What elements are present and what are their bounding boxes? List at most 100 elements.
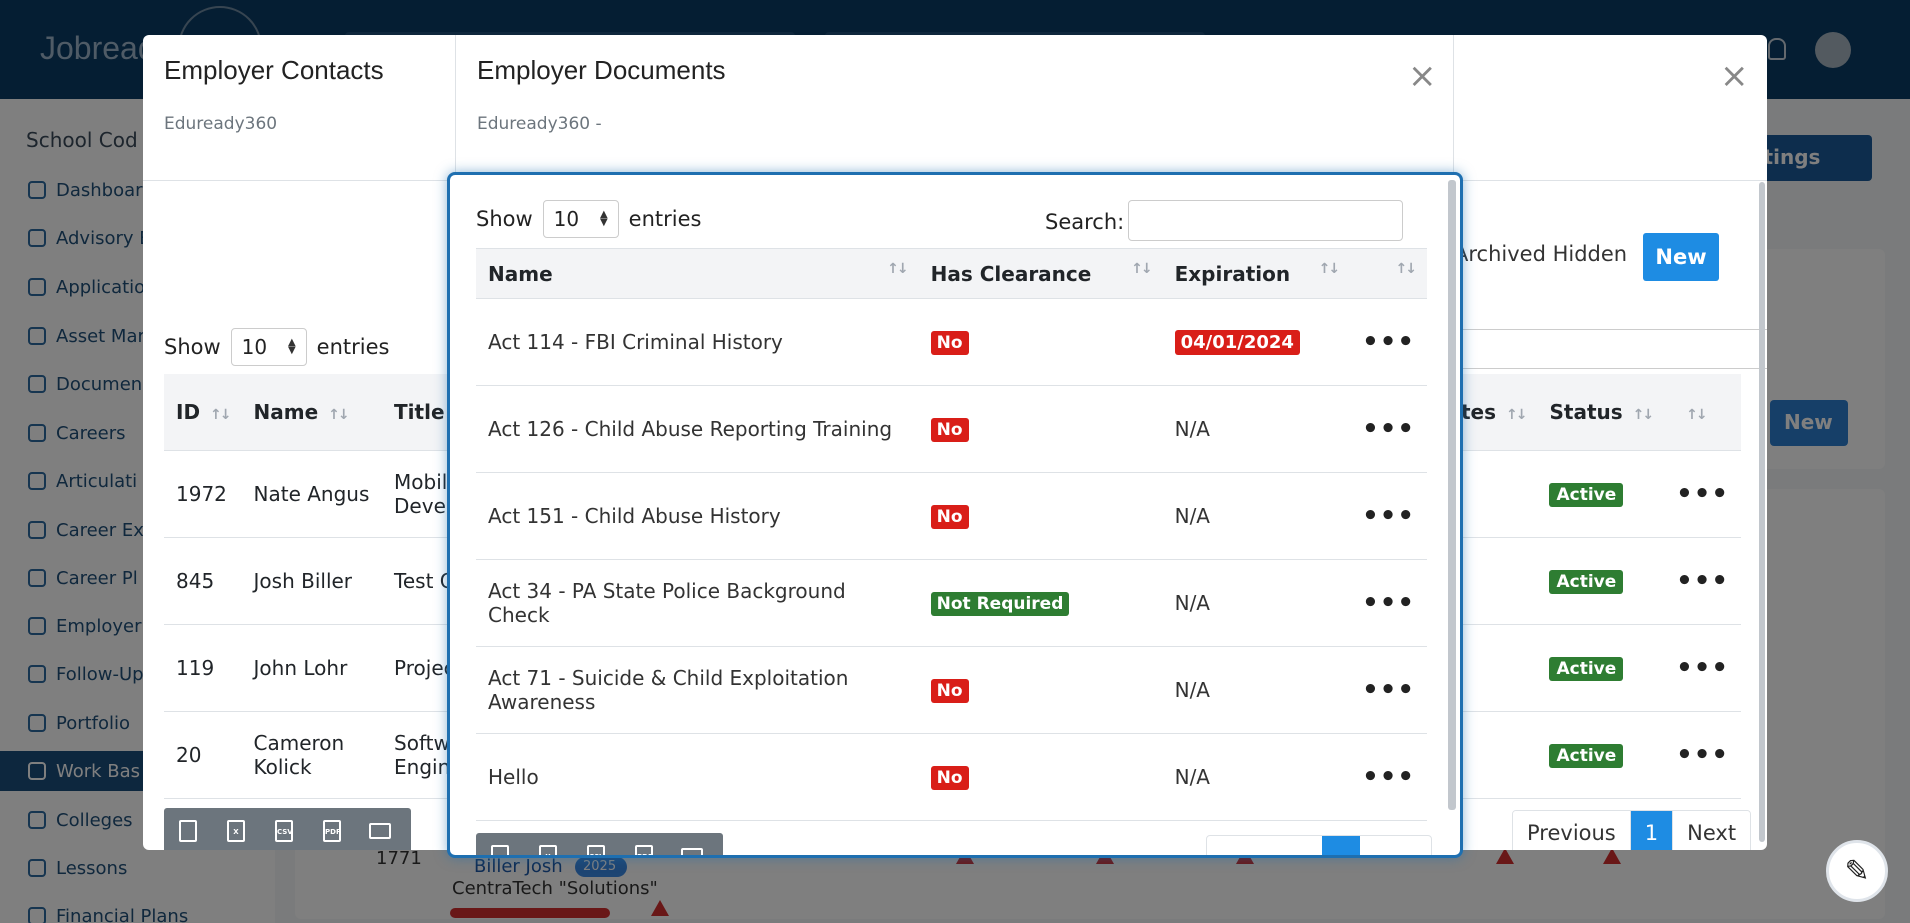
clearance-badge: No bbox=[930, 679, 969, 703]
more-actions-icon[interactable]: ••• bbox=[1676, 740, 1729, 770]
document-name: Act 34 - PA State Police Background Chec… bbox=[476, 559, 919, 647]
row-actions: ••• bbox=[1350, 559, 1427, 647]
contact-status: Active bbox=[1537, 624, 1665, 712]
next-page-button[interactable]: Next bbox=[1673, 811, 1751, 850]
table-row[interactable]: Act 126 - Child Abuse Reporting Training… bbox=[476, 385, 1427, 473]
csv-export-button[interactable]: CSV bbox=[260, 808, 308, 850]
column-header[interactable]: Name ↑↓ bbox=[241, 374, 383, 451]
more-actions-icon[interactable]: ••• bbox=[1362, 501, 1415, 531]
pdf-export-button[interactable]: PDF bbox=[620, 833, 668, 855]
document-name: Act 151 - Child Abuse History bbox=[476, 472, 919, 560]
contact-status: Active bbox=[1537, 450, 1665, 538]
sort-icon[interactable]: ↑↓ bbox=[1131, 261, 1153, 277]
modal-title: Employer Contacts bbox=[164, 55, 384, 85]
csv-export-button[interactable]: CSV bbox=[572, 833, 620, 855]
modal-title: Employer Documents bbox=[477, 55, 726, 85]
column-header[interactable]: Status ↑↓ bbox=[1537, 374, 1665, 451]
more-actions-icon[interactable]: ••• bbox=[1676, 479, 1729, 509]
document-expiration: N/A bbox=[1162, 472, 1351, 560]
table-row[interactable]: Act 114 - FBI Criminal History No 04/01/20… bbox=[476, 298, 1427, 386]
column-header-expiration[interactable]: Expiration ↑↓ bbox=[1162, 248, 1351, 299]
print-icon bbox=[369, 823, 391, 839]
more-actions-icon[interactable]: ••• bbox=[1676, 653, 1729, 683]
copy-export-button[interactable] bbox=[476, 833, 524, 855]
more-actions-icon[interactable]: ••• bbox=[1362, 588, 1415, 618]
export-buttons: X CSV PDF bbox=[164, 808, 411, 850]
more-actions-icon[interactable]: ••• bbox=[1362, 762, 1415, 792]
more-actions-icon[interactable]: ••• bbox=[1676, 566, 1729, 596]
table-row[interactable]: Hello No N/A ••• bbox=[476, 733, 1427, 821]
contacts-pagination: Previous 1 Next bbox=[1512, 810, 1752, 850]
row-actions: ••• bbox=[1350, 472, 1427, 560]
table-row[interactable]: Act 71 - Suicide & Child Exploitation Aw… bbox=[476, 646, 1427, 734]
page-1-button[interactable]: 1 bbox=[1630, 811, 1674, 850]
archived-hidden-label[interactable]: Archived Hidden bbox=[1454, 242, 1627, 266]
close-icon[interactable]: × bbox=[1408, 59, 1437, 93]
column-header[interactable]: ↑↓ bbox=[1664, 374, 1741, 451]
document-expiration: 04/01/2024 bbox=[1162, 298, 1351, 386]
sort-icon[interactable]: ↑↓ bbox=[328, 407, 350, 423]
contact-name-text: Cameron Kolick bbox=[253, 730, 345, 779]
entries-label: entries bbox=[316, 335, 390, 359]
copy-export-button[interactable] bbox=[164, 808, 212, 850]
copy-icon bbox=[491, 845, 509, 855]
clearance-badge: Not Required bbox=[930, 592, 1070, 616]
entries-select[interactable]: 10 ▲ ▼ bbox=[542, 200, 619, 238]
document-name-text: Act 34 - PA State Police Background Chec… bbox=[488, 579, 846, 627]
clearance-badge: No bbox=[930, 418, 969, 442]
row-actions: ••• bbox=[1350, 385, 1427, 473]
pen-icon: ✎ bbox=[1844, 853, 1870, 889]
documents-scrollbar[interactable] bbox=[1448, 180, 1456, 810]
column-header-clearance[interactable]: Has Clearance ↑↓ bbox=[918, 248, 1163, 299]
contact-id-text: 119 bbox=[176, 655, 215, 680]
search-label: Search: bbox=[1045, 210, 1125, 234]
show-label: Show bbox=[164, 335, 221, 359]
export-buttons: X CSV PDF bbox=[476, 833, 723, 855]
modal-subtitle: Eduready360 bbox=[164, 114, 278, 134]
entries-select[interactable]: 10 ▲ ▼ bbox=[230, 328, 307, 366]
document-expiration: N/A bbox=[1162, 646, 1351, 734]
column-label: Name bbox=[253, 399, 319, 424]
select-arrows-icon: ▲ ▼ bbox=[599, 209, 608, 228]
close-icon[interactable]: × bbox=[1720, 59, 1749, 93]
sort-icon[interactable]: ↑↓ bbox=[210, 407, 232, 423]
document-expiration: N/A bbox=[1162, 559, 1351, 647]
pdf-export-button[interactable]: PDF bbox=[308, 808, 356, 850]
print-export-button[interactable] bbox=[668, 833, 716, 855]
column-header[interactable]: ID ↑↓ bbox=[164, 374, 242, 451]
table-row[interactable]: Act 34 - PA State Police Background Chec… bbox=[476, 559, 1427, 647]
more-actions-icon[interactable]: ••• bbox=[1362, 327, 1415, 357]
contact-status: Active bbox=[1537, 711, 1665, 799]
expiration-text: N/A bbox=[1174, 504, 1210, 528]
contacts-scrollbar[interactable] bbox=[1759, 182, 1765, 842]
more-actions-icon[interactable]: ••• bbox=[1362, 675, 1415, 705]
sort-icon[interactable]: ↑↓ bbox=[887, 261, 909, 277]
document-name: Hello bbox=[476, 733, 919, 821]
pdf-icon: PDF bbox=[323, 820, 341, 842]
sort-icon[interactable]: ↑↓ bbox=[1319, 261, 1341, 277]
contacts-search-input[interactable] bbox=[1443, 329, 1767, 369]
document-clearance: No bbox=[918, 733, 1163, 821]
sort-icon[interactable]: ↑↓ bbox=[1686, 407, 1708, 423]
column-header-name[interactable]: Name ↑↓ bbox=[476, 248, 919, 299]
document-name-text: Act 71 - Suicide & Child Exploitation Aw… bbox=[488, 666, 849, 714]
print-export-button[interactable] bbox=[356, 808, 404, 850]
document-clearance: No bbox=[918, 472, 1163, 560]
feedback-fab-button[interactable]: ✎ bbox=[1826, 840, 1888, 902]
excel-export-button[interactable]: X bbox=[524, 833, 572, 855]
sort-icon[interactable]: ↑↓ bbox=[1396, 261, 1418, 277]
row-actions: ••• bbox=[1664, 711, 1741, 799]
new-contact-button[interactable]: New bbox=[1643, 233, 1719, 281]
page-1-button[interactable] bbox=[1322, 836, 1360, 855]
column-header-actions[interactable]: ↑↓ bbox=[1350, 248, 1427, 299]
documents-search-input[interactable] bbox=[1128, 200, 1403, 241]
sort-icon[interactable]: ↑↓ bbox=[1633, 407, 1655, 423]
previous-page-button[interactable]: Previous bbox=[1513, 811, 1631, 850]
documents-length-control: Show 10 ▲ ▼ entries bbox=[476, 200, 701, 238]
more-actions-icon[interactable]: ••• bbox=[1362, 414, 1415, 444]
status-badge: Active bbox=[1549, 743, 1624, 768]
row-actions: ••• bbox=[1664, 537, 1741, 625]
table-row[interactable]: Act 151 - Child Abuse History No N/A ••• bbox=[476, 472, 1427, 560]
sort-icon[interactable]: ↑↓ bbox=[1506, 407, 1528, 423]
excel-export-button[interactable]: X bbox=[212, 808, 260, 850]
